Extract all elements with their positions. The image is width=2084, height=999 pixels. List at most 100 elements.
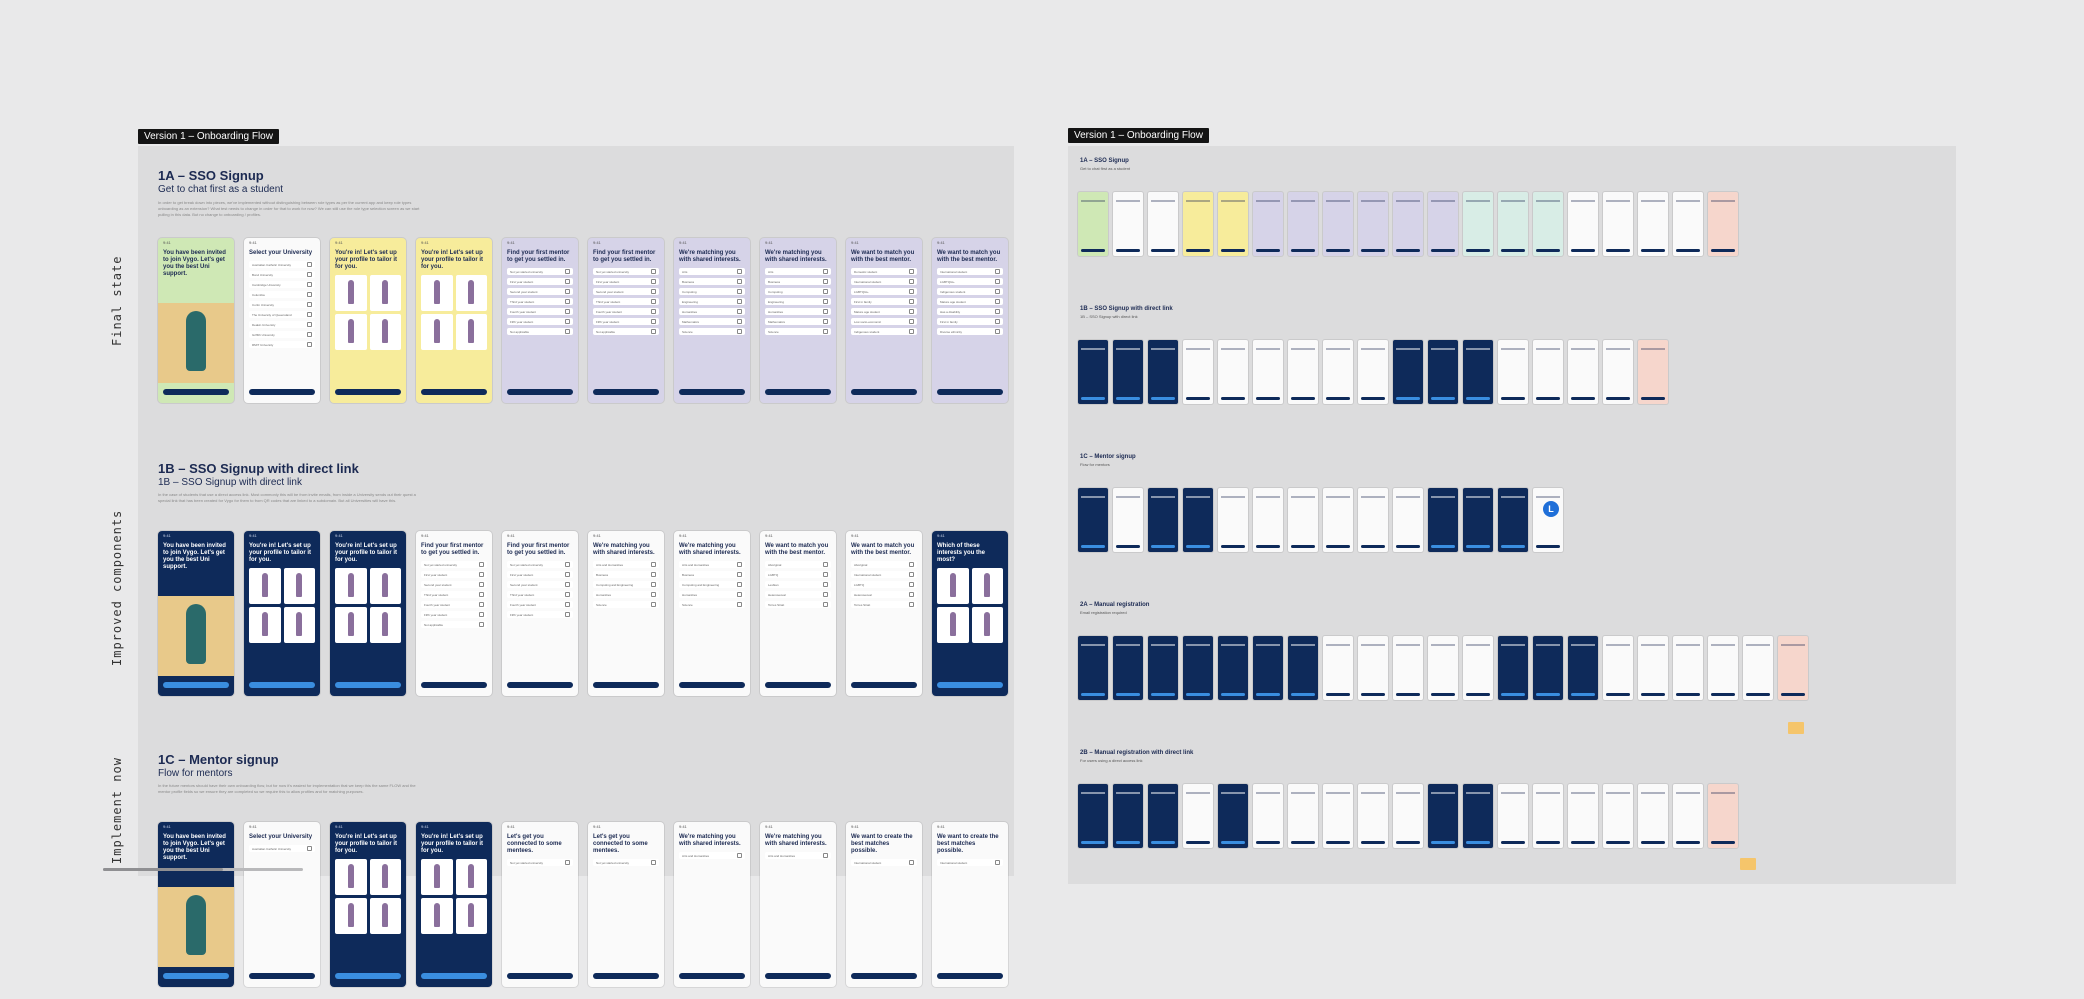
option-row[interactable]: Fifth year student xyxy=(593,318,659,325)
option-row[interactable]: Fourth year student xyxy=(507,308,573,315)
checkbox-icon[interactable] xyxy=(909,572,914,577)
checkbox-icon[interactable] xyxy=(307,322,312,327)
mini-screen[interactable] xyxy=(1253,340,1283,404)
option-row[interactable]: Science xyxy=(679,328,745,335)
checkbox-icon[interactable] xyxy=(737,853,742,858)
mini-screen[interactable] xyxy=(1323,340,1353,404)
option-row[interactable]: Second year student xyxy=(593,288,659,295)
checkbox-icon[interactable] xyxy=(909,309,914,314)
option-row[interactable]: LGBTQIA+ xyxy=(937,278,1003,285)
checkbox-icon[interactable] xyxy=(737,309,742,314)
mini-screen[interactable] xyxy=(1498,488,1528,552)
checkbox-icon[interactable] xyxy=(307,332,312,337)
option-row[interactable]: Indigenous student xyxy=(851,328,917,335)
checkbox-icon[interactable] xyxy=(565,319,570,324)
checkbox-icon[interactable] xyxy=(909,582,914,587)
option-row[interactable]: Computing and Engineering xyxy=(593,581,659,588)
avatar-card[interactable] xyxy=(369,275,401,311)
phone-screen[interactable]: 9:41 Find your first mentor to get you se… xyxy=(416,531,492,696)
option-row[interactable]: Fifth year student xyxy=(421,611,487,618)
phone-screen[interactable]: 9:41 We're matching you with shared inter… xyxy=(760,822,836,987)
avatar-card[interactable] xyxy=(369,314,401,350)
checkbox-icon[interactable] xyxy=(995,289,1000,294)
option-row[interactable]: Not yet started university xyxy=(593,859,659,866)
mini-screen[interactable] xyxy=(1218,340,1248,404)
mini-screen[interactable] xyxy=(1078,784,1108,848)
avatar-card[interactable] xyxy=(421,898,453,934)
checkbox-icon[interactable] xyxy=(823,289,828,294)
mini-screen[interactable] xyxy=(1183,636,1213,700)
mini-screen[interactable] xyxy=(1533,488,1563,552)
phone-screen[interactable]: 9:41 We want to match you with the best m… xyxy=(760,531,836,696)
next-button[interactable] xyxy=(507,389,573,395)
phone-screen[interactable]: 9:41 You're in! Let's set up your profile… xyxy=(416,238,492,403)
option-row[interactable]: Torres Strait xyxy=(765,601,831,608)
next-button[interactable] xyxy=(507,682,573,688)
mini-screen[interactable] xyxy=(1288,636,1318,700)
checkbox-icon[interactable] xyxy=(823,329,828,334)
mini-screen[interactable] xyxy=(1078,340,1108,404)
next-button[interactable] xyxy=(249,682,315,688)
checkbox-icon[interactable] xyxy=(565,329,570,334)
mini-screen[interactable] xyxy=(1533,340,1563,404)
checkbox-icon[interactable] xyxy=(307,342,312,347)
option-row[interactable]: Mature age student xyxy=(851,308,917,315)
checkbox-icon[interactable] xyxy=(737,582,742,587)
avatar-card[interactable] xyxy=(283,568,315,604)
mini-screen[interactable] xyxy=(1253,488,1283,552)
checkbox-icon[interactable] xyxy=(737,319,742,324)
mini-screen[interactable] xyxy=(1218,488,1248,552)
option-row[interactable]: Fifth year student xyxy=(507,318,573,325)
avatar-card[interactable] xyxy=(335,859,367,895)
mini-screen[interactable] xyxy=(1778,636,1808,700)
option-row[interactable]: Humanities xyxy=(679,308,745,315)
phone-screen[interactable]: 9:41 We want to match you with the best m… xyxy=(846,531,922,696)
checkbox-icon[interactable] xyxy=(823,602,828,607)
checkbox-icon[interactable] xyxy=(479,622,484,627)
phone-screen[interactable]: 9:41 We're matching you with shared inter… xyxy=(674,531,750,696)
mini-screen[interactable] xyxy=(1358,488,1388,552)
phone-screen[interactable]: 9:41 We want to create the best matches p… xyxy=(932,822,1008,987)
option-row[interactable]: Arts and Humanities xyxy=(679,561,745,568)
option-row[interactable]: The University of Queensland xyxy=(249,311,315,318)
mini-screen[interactable] xyxy=(1533,192,1563,256)
phone-screen[interactable]: 9:41 You have been invited to join Vygo. … xyxy=(158,822,234,987)
option-row[interactable]: Deakin University xyxy=(249,321,315,328)
mini-screen[interactable] xyxy=(1218,784,1248,848)
phone-screen[interactable]: 9:41 We want to match you with the best m… xyxy=(846,238,922,403)
next-button[interactable] xyxy=(163,973,229,979)
next-button[interactable] xyxy=(249,389,315,395)
checkbox-icon[interactable] xyxy=(651,319,656,324)
phone-screen[interactable]: 9:41 We're matching you with shared inter… xyxy=(674,822,750,987)
avatar-card[interactable] xyxy=(369,568,401,604)
checkbox-icon[interactable] xyxy=(995,860,1000,865)
mini-screen[interactable] xyxy=(1393,636,1423,700)
checkbox-icon[interactable] xyxy=(909,289,914,294)
option-row[interactable]: Engineering xyxy=(765,298,831,305)
mini-screen[interactable] xyxy=(1603,340,1633,404)
checkbox-icon[interactable] xyxy=(565,572,570,577)
checkbox-icon[interactable] xyxy=(651,602,656,607)
avatar-card[interactable] xyxy=(421,275,453,311)
checkbox-icon[interactable] xyxy=(565,860,570,865)
mini-screen[interactable] xyxy=(1288,192,1318,256)
next-button[interactable] xyxy=(163,389,229,395)
option-row[interactable]: International student xyxy=(851,571,917,578)
mini-screen[interactable] xyxy=(1113,192,1143,256)
mini-screen[interactable] xyxy=(1218,636,1248,700)
mini-screen[interactable] xyxy=(1358,636,1388,700)
option-row[interactable]: LGBTQIA+ xyxy=(851,288,917,295)
option-row[interactable]: Business xyxy=(765,278,831,285)
next-button[interactable] xyxy=(679,973,745,979)
checkbox-icon[interactable] xyxy=(995,329,1000,334)
option-row[interactable]: Science xyxy=(765,328,831,335)
checkbox-icon[interactable] xyxy=(823,269,828,274)
mini-screen[interactable] xyxy=(1393,784,1423,848)
next-button[interactable] xyxy=(593,973,659,979)
checkbox-icon[interactable] xyxy=(307,302,312,307)
option-row[interactable]: First in family xyxy=(851,298,917,305)
mini-screen[interactable] xyxy=(1673,636,1703,700)
next-button[interactable] xyxy=(335,973,401,979)
next-button[interactable] xyxy=(507,973,573,979)
checkbox-icon[interactable] xyxy=(565,269,570,274)
